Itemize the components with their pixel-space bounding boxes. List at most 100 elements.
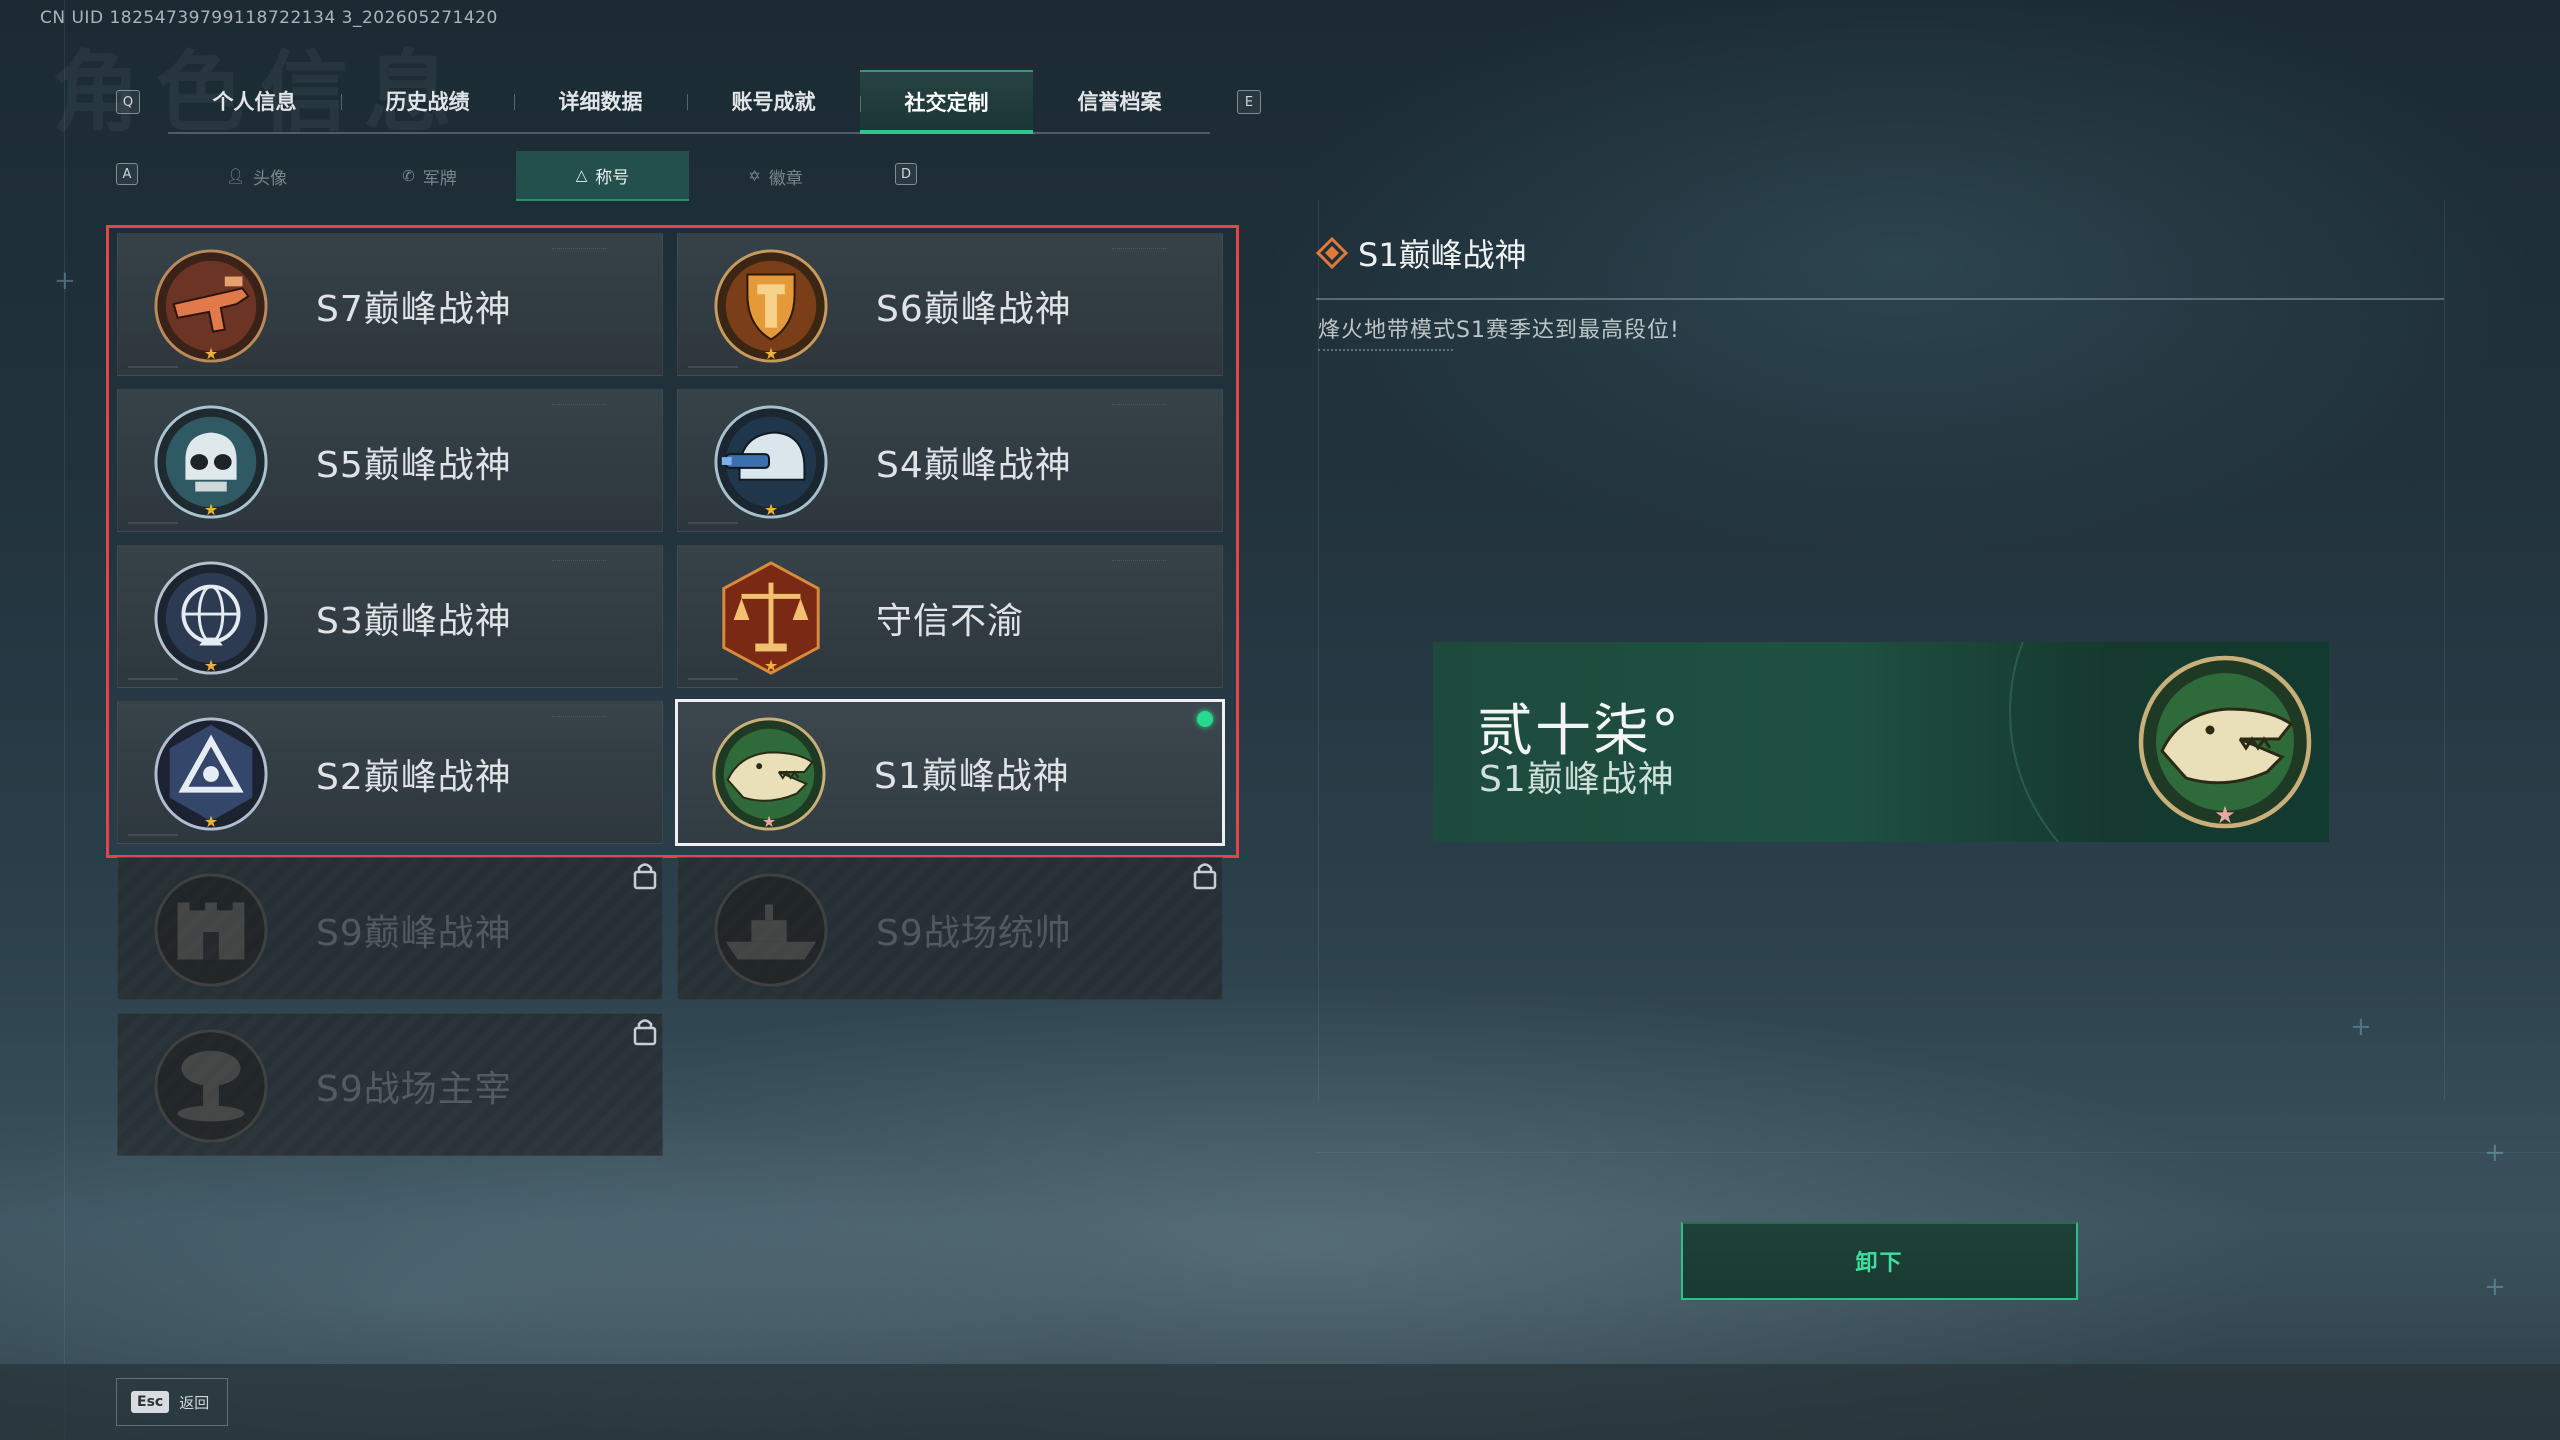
scales-badge-icon: ★ bbox=[722, 561, 820, 675]
title-card[interactable]: ★ S7巅峰战神 bbox=[117, 233, 663, 376]
esc-key-hint: Esc bbox=[131, 1391, 170, 1413]
title-card[interactable]: ★ S2巅峰战神 bbox=[117, 701, 663, 844]
tab-social-customization[interactable]: 社交定制 bbox=[860, 70, 1033, 134]
card-decoration bbox=[1112, 248, 1166, 250]
detail-title: S1巅峰战神 bbox=[1358, 236, 1527, 274]
title-name: S7巅峰战神 bbox=[316, 288, 512, 330]
svg-text:★: ★ bbox=[764, 500, 778, 519]
medal-icon: ✡ bbox=[748, 167, 761, 185]
title-card[interactable]: ★ 守信不渝 bbox=[677, 545, 1223, 688]
title-preview-banner: 贰十柒° S1巅峰战神 ★ bbox=[1433, 642, 2329, 842]
title-name: S2巅峰战神 bbox=[316, 756, 512, 798]
svg-text:★: ★ bbox=[764, 656, 778, 675]
crosshair-mark: + bbox=[2350, 1012, 2372, 1042]
night-vision-helmet-badge-icon: ★ bbox=[714, 405, 828, 519]
back-button[interactable]: Esc 返回 bbox=[116, 1378, 228, 1426]
card-decoration bbox=[552, 716, 606, 718]
bg-grid-line bbox=[1316, 1152, 2560, 1153]
subtab-label: 称号 bbox=[595, 167, 630, 188]
tab-next-key-hint[interactable]: E bbox=[1237, 90, 1261, 114]
detail-decoration bbox=[1318, 349, 1453, 353]
card-decoration bbox=[552, 560, 606, 562]
card-decoration bbox=[128, 834, 178, 836]
subtab-next-key-hint[interactable]: D bbox=[895, 163, 917, 185]
tab-personal-info[interactable]: 个人信息 bbox=[168, 70, 341, 132]
title-name: S3巅峰战神 bbox=[316, 600, 512, 642]
title-card-locked[interactable]: S9战场主宰 bbox=[117, 1013, 663, 1156]
rifle-badge-icon: ★ bbox=[154, 249, 268, 363]
lock-icon bbox=[633, 1019, 657, 1046]
title-card-locked[interactable]: S9战场统帅 bbox=[677, 857, 1223, 1000]
svg-text:★: ★ bbox=[204, 812, 218, 831]
card-decoration bbox=[688, 522, 738, 524]
card-decoration bbox=[128, 678, 178, 680]
title-card[interactable]: ★ S5巅峰战神 bbox=[117, 389, 663, 532]
bg-grid-line bbox=[64, 0, 65, 1440]
bg-grid-line bbox=[2444, 200, 2445, 1100]
svg-text:★: ★ bbox=[764, 344, 778, 363]
card-decoration bbox=[552, 248, 606, 250]
crosshair-mark: + bbox=[2484, 1272, 2506, 1302]
fortress-badge-icon bbox=[154, 873, 268, 987]
detail-description: 烽火地带模式S1赛季达到最高段位! bbox=[1318, 318, 1680, 343]
title-name: S1巅峰战神 bbox=[874, 755, 1070, 797]
card-decoration bbox=[688, 366, 738, 368]
title-name: S4巅峰战神 bbox=[876, 444, 1072, 486]
tab-achievements[interactable]: 账号成就 bbox=[687, 70, 860, 132]
lock-icon bbox=[1193, 863, 1217, 890]
subtab-dogtag[interactable]: ✆ 军牌 bbox=[343, 151, 516, 201]
crosshair-mark: + bbox=[2484, 1138, 2506, 1168]
title-card[interactable]: ★ S4巅峰战神 bbox=[677, 389, 1223, 532]
subtab-label: 军牌 bbox=[422, 168, 457, 189]
lock-icon bbox=[633, 863, 657, 890]
uid-text: CN UID 18254739799118722134 3_2026052714… bbox=[40, 8, 498, 28]
subtab-label: 头像 bbox=[253, 168, 288, 189]
subtab-title[interactable]: △ 称号 bbox=[516, 151, 689, 201]
title-name: S9战场统帅 bbox=[876, 912, 1072, 954]
detail-header: S1巅峰战神 bbox=[1316, 230, 1527, 276]
title-card-equipped[interactable]: ★ S1巅峰战神 bbox=[675, 699, 1225, 846]
diamond-icon bbox=[1316, 237, 1348, 269]
person-icon: 👤︎ bbox=[225, 167, 246, 185]
svg-text:★: ★ bbox=[762, 812, 776, 831]
svg-text:★: ★ bbox=[2214, 801, 2236, 829]
triangle-badge-icon: ★ bbox=[154, 717, 268, 831]
card-decoration bbox=[1112, 560, 1166, 562]
warship-badge-icon bbox=[714, 873, 828, 987]
back-label: 返回 bbox=[179, 1393, 210, 1412]
title-card[interactable]: ★ S6巅峰战神 bbox=[677, 233, 1223, 376]
main-tabs: 个人信息 历史战绩 详细数据 账号成就 社交定制 信誉档案 bbox=[168, 70, 1210, 134]
card-decoration bbox=[128, 522, 178, 524]
preview-title: S1巅峰战神 bbox=[1479, 759, 1675, 800]
title-icon: △ bbox=[575, 166, 588, 184]
equipped-indicator bbox=[1197, 711, 1213, 727]
tab-match-history[interactable]: 历史战绩 bbox=[341, 70, 514, 132]
title-name: S5巅峰战神 bbox=[316, 444, 512, 486]
card-decoration bbox=[128, 366, 178, 368]
skull-mask-badge-icon: ★ bbox=[154, 405, 268, 519]
unequip-button[interactable]: 卸下 bbox=[1681, 1222, 2078, 1300]
title-name: S9巅峰战神 bbox=[316, 912, 512, 954]
footer-bar bbox=[0, 1364, 2560, 1440]
subtab-medal[interactable]: ✡ 徽章 bbox=[689, 151, 862, 201]
crosshair-mark: + bbox=[54, 266, 76, 296]
title-card[interactable]: ★ S3巅峰战神 bbox=[117, 545, 663, 688]
tab-prev-key-hint[interactable]: Q bbox=[116, 90, 140, 114]
subtab-avatar[interactable]: 👤︎ 头像 bbox=[170, 151, 343, 201]
card-decoration bbox=[1112, 404, 1166, 406]
dogtag-icon: ✆ bbox=[402, 167, 415, 185]
globe-badge-icon: ★ bbox=[154, 561, 268, 675]
crocodile-badge-icon: ★ bbox=[2138, 655, 2312, 829]
card-decoration bbox=[552, 404, 606, 406]
svg-text:★: ★ bbox=[204, 344, 218, 363]
tab-detailed-data[interactable]: 详细数据 bbox=[514, 70, 687, 132]
title-name: S9战场主宰 bbox=[316, 1068, 512, 1110]
mushroom-cloud-badge-icon bbox=[154, 1029, 268, 1143]
tab-credit-record[interactable]: 信誉档案 bbox=[1033, 70, 1206, 132]
card-decoration bbox=[688, 678, 738, 680]
sub-tabs: 👤︎ 头像 ✆ 军牌 △ 称号 ✡ 徽章 bbox=[170, 151, 862, 201]
subtab-prev-key-hint[interactable]: A bbox=[116, 163, 138, 185]
svg-text:★: ★ bbox=[204, 500, 218, 519]
title-card-locked[interactable]: S9巅峰战神 bbox=[117, 857, 663, 1000]
crocodile-badge-icon: ★ bbox=[712, 717, 826, 831]
